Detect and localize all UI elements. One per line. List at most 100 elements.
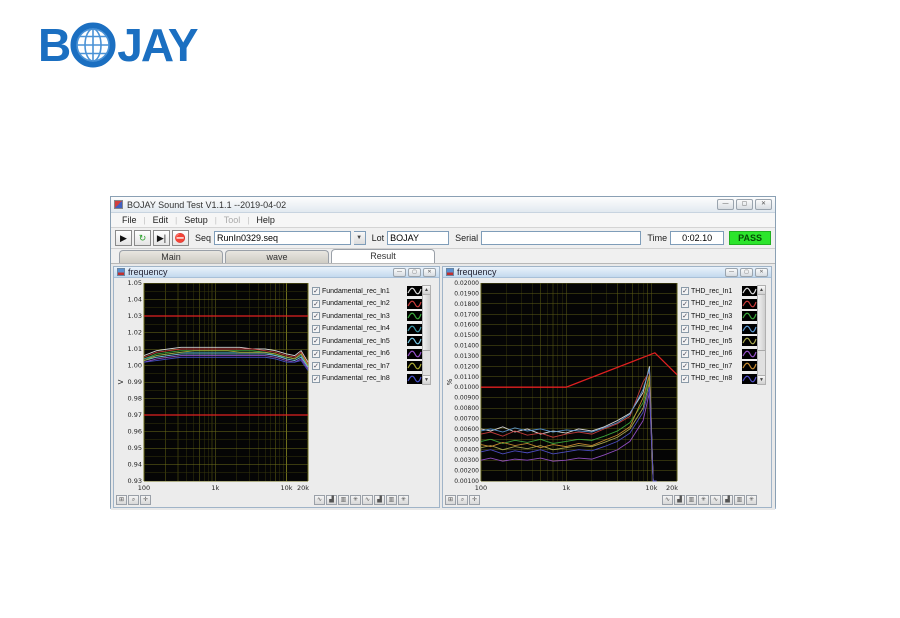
legend-wave-swatch-icon[interactable] bbox=[742, 311, 757, 321]
scale-lock-icon[interactable]: ✳ bbox=[350, 495, 361, 505]
step-button[interactable]: ▶| bbox=[153, 230, 170, 246]
legend-item[interactable]: ✓THD_rec_ln8 bbox=[681, 373, 757, 386]
scale-lock-icon[interactable]: ✳ bbox=[398, 495, 409, 505]
legend-checkbox[interactable]: ✓ bbox=[681, 312, 689, 320]
legend-checkbox[interactable]: ✓ bbox=[681, 325, 689, 333]
run-continuous-button[interactable]: ↻ bbox=[134, 230, 151, 246]
legend-wave-swatch-icon[interactable] bbox=[742, 349, 757, 359]
scale-lock-icon[interactable]: ∿ bbox=[662, 495, 673, 505]
legend-item[interactable]: ✓Fundamental_rec_ln2 bbox=[312, 298, 422, 311]
legend-checkbox[interactable]: ✓ bbox=[312, 375, 320, 383]
legend-wave-swatch-icon[interactable] bbox=[742, 374, 757, 384]
graph-palette-icon[interactable]: ⊞ bbox=[116, 495, 127, 505]
graph-palette-icon[interactable]: ✛ bbox=[469, 495, 480, 505]
legend-checkbox[interactable]: ✓ bbox=[312, 325, 320, 333]
tab-wave[interactable]: wave bbox=[225, 250, 329, 263]
legend-wave-swatch-icon[interactable] bbox=[407, 361, 422, 371]
legend-checkbox[interactable]: ✓ bbox=[681, 362, 689, 370]
legend-item[interactable]: ✓Fundamental_rec_ln4 bbox=[312, 323, 422, 336]
panel-control-button[interactable]: — bbox=[393, 268, 406, 277]
legend-item[interactable]: ✓THD_rec_ln3 bbox=[681, 310, 757, 323]
legend-wave-swatch-icon[interactable] bbox=[407, 336, 422, 346]
panel-control-button[interactable]: ▢ bbox=[408, 268, 421, 277]
scale-lock-icon[interactable]: ▟ bbox=[326, 495, 337, 505]
scale-lock-icon[interactable]: ∿ bbox=[314, 495, 325, 505]
legend-item[interactable]: ✓Fundamental_rec_ln1 bbox=[312, 285, 422, 298]
scale-lock-icon[interactable]: ▟ bbox=[722, 495, 733, 505]
legend-checkbox[interactable]: ✓ bbox=[312, 350, 320, 358]
minimize-button[interactable]: — bbox=[717, 199, 734, 210]
fundamental-frequency-chart[interactable]: 1.051.041.031.021.011.000.990.980.970.96… bbox=[116, 279, 312, 493]
scale-lock-icon[interactable]: ∿ bbox=[362, 495, 373, 505]
thd-frequency-chart[interactable]: 0.020000.019000.018000.017000.016000.015… bbox=[445, 279, 681, 493]
legend-scrollbar[interactable]: ▲ ▼ bbox=[422, 285, 431, 385]
panel-control-button[interactable]: ✕ bbox=[755, 268, 768, 277]
scale-lock-icon[interactable]: ▥ bbox=[338, 495, 349, 505]
legend-item[interactable]: ✓Fundamental_rec_ln3 bbox=[312, 310, 422, 323]
legend-checkbox[interactable]: ✓ bbox=[312, 337, 320, 345]
legend-wave-swatch-icon[interactable] bbox=[742, 299, 757, 309]
scale-lock-icon[interactable]: ▥ bbox=[734, 495, 745, 505]
legend-item[interactable]: ✓THD_rec_ln4 bbox=[681, 323, 757, 336]
legend-item[interactable]: ✓Fundamental_rec_ln5 bbox=[312, 335, 422, 348]
seq-dropdown-arrow-icon[interactable]: ▼ bbox=[354, 231, 366, 245]
legend-checkbox[interactable]: ✓ bbox=[681, 287, 689, 295]
graph-palette-icon[interactable]: ⊞ bbox=[445, 495, 456, 505]
scroll-down-icon[interactable]: ▼ bbox=[758, 375, 765, 384]
legend-checkbox[interactable]: ✓ bbox=[681, 350, 689, 358]
legend-item[interactable]: ✓THD_rec_ln2 bbox=[681, 298, 757, 311]
tab-main[interactable]: Main bbox=[119, 250, 223, 263]
abort-button[interactable]: ⛔ bbox=[172, 230, 189, 246]
legend-checkbox[interactable]: ✓ bbox=[681, 375, 689, 383]
panel-header[interactable]: frequency —▢✕ bbox=[114, 267, 439, 278]
legend-wave-swatch-icon[interactable] bbox=[407, 286, 422, 296]
scroll-down-icon[interactable]: ▼ bbox=[423, 375, 430, 384]
graph-palette-icon[interactable]: ⌕ bbox=[128, 495, 139, 505]
legend-checkbox[interactable]: ✓ bbox=[681, 300, 689, 308]
legend-wave-swatch-icon[interactable] bbox=[407, 311, 422, 321]
legend-wave-swatch-icon[interactable] bbox=[407, 349, 422, 359]
legend-checkbox[interactable]: ✓ bbox=[681, 337, 689, 345]
legend-item[interactable]: ✓Fundamental_rec_ln6 bbox=[312, 348, 422, 361]
run-button[interactable]: ▶ bbox=[115, 230, 132, 246]
legend-checkbox[interactable]: ✓ bbox=[312, 287, 320, 295]
panel-control-button[interactable]: ✕ bbox=[423, 268, 436, 277]
legend-wave-swatch-icon[interactable] bbox=[407, 374, 422, 384]
scale-lock-icon[interactable]: ▟ bbox=[674, 495, 685, 505]
menu-edit[interactable]: Edit bbox=[146, 215, 176, 225]
close-button[interactable]: ✕ bbox=[755, 199, 772, 210]
legend-item[interactable]: ✓Fundamental_rec_ln7 bbox=[312, 360, 422, 373]
scrollbar-thumb[interactable] bbox=[423, 295, 430, 351]
legend-item[interactable]: ✓THD_rec_ln7 bbox=[681, 360, 757, 373]
legend-checkbox[interactable]: ✓ bbox=[312, 312, 320, 320]
title-bar[interactable]: BOJAY Sound Test V1.1.1 --2019-04-02 —▢✕ bbox=[111, 197, 775, 213]
menu-help[interactable]: Help bbox=[249, 215, 282, 225]
tab-result[interactable]: Result bbox=[331, 249, 435, 263]
panel-control-button[interactable]: — bbox=[725, 268, 738, 277]
legend-wave-swatch-icon[interactable] bbox=[742, 361, 757, 371]
scroll-up-icon[interactable]: ▲ bbox=[423, 286, 430, 295]
menu-file[interactable]: File bbox=[115, 215, 144, 225]
legend-wave-swatch-icon[interactable] bbox=[742, 336, 757, 346]
legend-item[interactable]: ✓Fundamental_rec_ln8 bbox=[312, 373, 422, 386]
legend-item[interactable]: ✓THD_rec_ln6 bbox=[681, 348, 757, 361]
serial-field[interactable] bbox=[481, 231, 641, 245]
scale-lock-icon[interactable]: ▥ bbox=[686, 495, 697, 505]
legend-wave-swatch-icon[interactable] bbox=[742, 324, 757, 334]
scrollbar-thumb[interactable] bbox=[758, 295, 765, 351]
legend-scrollbar[interactable]: ▲ ▼ bbox=[757, 285, 766, 385]
panel-header[interactable]: frequency —▢✕ bbox=[443, 267, 771, 278]
scroll-up-icon[interactable]: ▲ bbox=[758, 286, 765, 295]
lot-field[interactable] bbox=[387, 231, 449, 245]
scale-lock-icon[interactable]: ▥ bbox=[386, 495, 397, 505]
legend-item[interactable]: ✓THD_rec_ln1 bbox=[681, 285, 757, 298]
scale-lock-icon[interactable]: ▟ bbox=[374, 495, 385, 505]
legend-checkbox[interactable]: ✓ bbox=[312, 362, 320, 370]
scale-lock-icon[interactable]: ✳ bbox=[746, 495, 757, 505]
seq-combo-input[interactable] bbox=[214, 231, 351, 245]
maximize-button[interactable]: ▢ bbox=[736, 199, 753, 210]
graph-palette-icon[interactable]: ✛ bbox=[140, 495, 151, 505]
scale-lock-icon[interactable]: ∿ bbox=[710, 495, 721, 505]
legend-item[interactable]: ✓THD_rec_ln5 bbox=[681, 335, 757, 348]
legend-wave-swatch-icon[interactable] bbox=[407, 324, 422, 334]
